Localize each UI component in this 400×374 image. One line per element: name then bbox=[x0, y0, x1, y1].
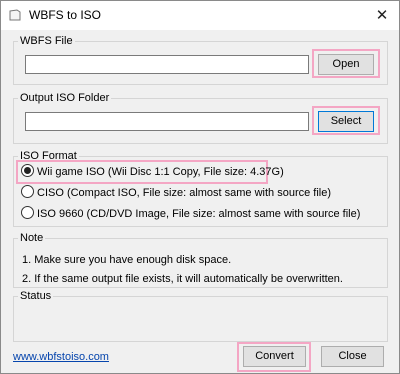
wbfs-file-label: WBFS File bbox=[20, 35, 73, 47]
radio-button[interactable] bbox=[21, 206, 34, 219]
wbfs-file-input[interactable] bbox=[25, 55, 309, 74]
title-bar[interactable]: WBFS to ISO ✕ bbox=[1, 1, 399, 30]
output-folder-input[interactable] bbox=[25, 112, 309, 131]
website-link[interactable]: www.wbfstoiso.com bbox=[13, 351, 109, 363]
close-window-icon[interactable]: ✕ bbox=[365, 2, 399, 29]
status-label: Status bbox=[20, 290, 52, 302]
radio-label: CISO (Compact ISO, File size: almost sam… bbox=[37, 187, 332, 199]
note-line: 2. If the same output file exists, it wi… bbox=[22, 273, 343, 285]
radio-wii-game-iso[interactable]: Wii game ISO (Wii Disc 1:1 Copy, File si… bbox=[21, 164, 284, 180]
note-line: 1. Make sure you have enough disk space. bbox=[22, 254, 232, 266]
window-title: WBFS to ISO bbox=[29, 8, 102, 22]
app-icon bbox=[9, 9, 21, 21]
radio-button-selected[interactable] bbox=[21, 164, 34, 177]
radio-label: ISO 9660 (CD/DVD Image, File size: almos… bbox=[37, 208, 361, 220]
note-label: Note bbox=[20, 232, 44, 244]
radio-iso-9660[interactable]: ISO 9660 (CD/DVD Image, File size: almos… bbox=[21, 206, 360, 222]
close-button[interactable]: Close bbox=[321, 346, 384, 367]
note-group: Note 1. Make sure you have enough disk s… bbox=[13, 232, 388, 288]
app-window: WBFS to ISO ✕ WBFS File Open Output ISO … bbox=[0, 0, 400, 374]
radio-label: Wii game ISO (Wii Disc 1:1 Copy, File si… bbox=[37, 166, 284, 178]
convert-button[interactable]: Convert bbox=[243, 346, 306, 367]
radio-ciso[interactable]: CISO (Compact ISO, File size: almost sam… bbox=[21, 185, 331, 201]
open-button[interactable]: Open bbox=[318, 54, 374, 75]
output-folder-label: Output ISO Folder bbox=[20, 92, 110, 104]
status-group: Status bbox=[13, 290, 388, 342]
radio-button[interactable] bbox=[21, 185, 34, 198]
select-button[interactable]: Select bbox=[318, 111, 374, 132]
